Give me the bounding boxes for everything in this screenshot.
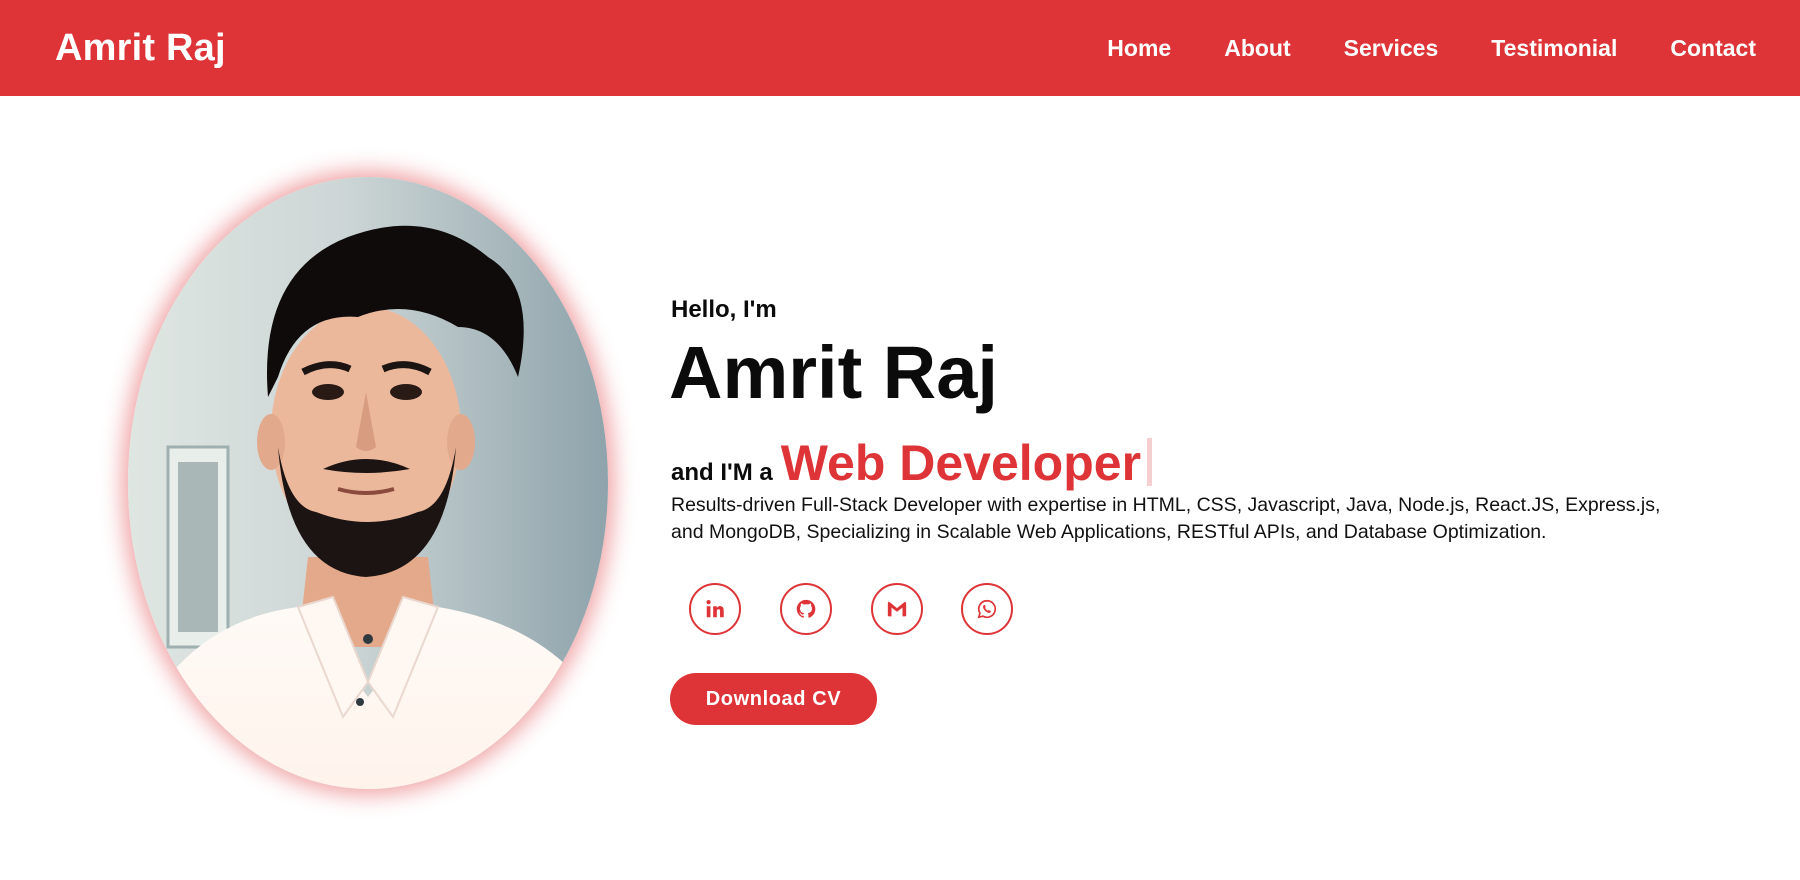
typing-cursor: [1147, 438, 1153, 486]
whatsapp-icon: [977, 599, 997, 619]
nav-link-home[interactable]: Home: [1107, 35, 1171, 62]
gmail-button[interactable]: [871, 583, 923, 635]
gmail-icon: [887, 602, 907, 617]
nav-link-contact[interactable]: Contact: [1670, 35, 1756, 62]
greeting-text: Hello, I'm: [671, 296, 777, 323]
bio-text: Results-driven Full-Stack Developer with…: [671, 494, 1661, 543]
role-typing-text: Web Developer: [780, 435, 1142, 491]
role-line: and I'M a Web Developer: [671, 432, 1153, 492]
social-links: [689, 583, 1052, 635]
hero-name: Amrit Raj: [669, 331, 998, 414]
download-cv-button[interactable]: Download CV: [670, 673, 877, 725]
nav-link-testimonial[interactable]: Testimonial: [1491, 35, 1617, 62]
brand-logo[interactable]: Amrit Raj: [55, 27, 226, 70]
navbar: Amrit Raj Home About Services Testimonia…: [0, 0, 1800, 96]
nav-link-about[interactable]: About: [1224, 35, 1290, 62]
profile-photo: [128, 177, 608, 789]
whatsapp-button[interactable]: [961, 583, 1013, 635]
github-icon: [796, 599, 816, 618]
nav-links: Home About Services Testimonial Contact: [1054, 35, 1756, 62]
github-button[interactable]: [780, 583, 832, 635]
nav-link-services[interactable]: Services: [1344, 35, 1439, 62]
linkedin-icon: [706, 600, 724, 618]
role-prefix: and I'M a: [671, 459, 773, 486]
linkedin-button[interactable]: [689, 583, 741, 635]
